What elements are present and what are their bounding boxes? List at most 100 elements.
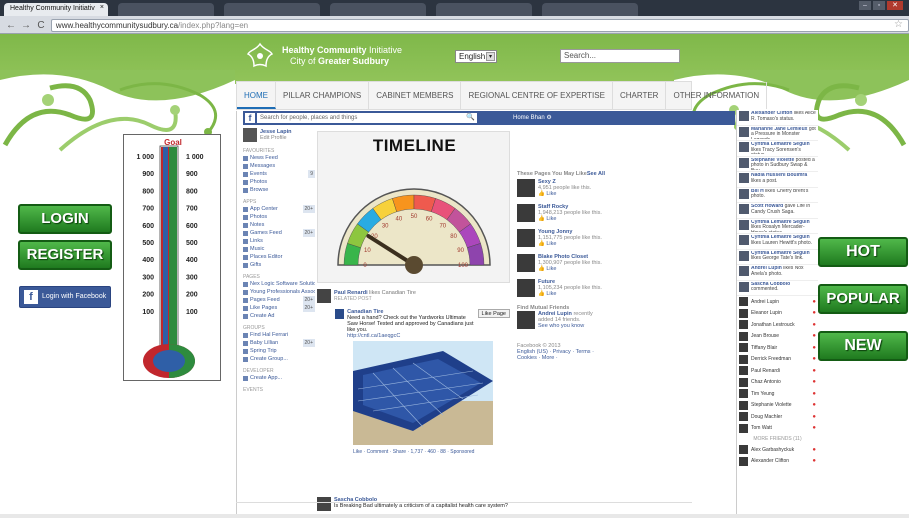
ticker-item[interactable]: Stephanie Violette posted a photo in Sud… — [737, 157, 818, 172]
sidebar-item[interactable]: Links — [243, 237, 315, 245]
chat-contact[interactable]: Tom Watt ● — [737, 423, 818, 435]
ticker-item[interactable]: Cynthia Lemaitre Seguin likes George Tat… — [737, 250, 818, 265]
profile-box[interactable]: Jesse Lapin Edit Profile — [243, 127, 315, 143]
chat-contact[interactable]: Tiffany Blair ● — [737, 342, 818, 354]
sidebar-item[interactable]: Spring Trip — [243, 347, 315, 355]
forward-icon[interactable]: → — [21, 20, 31, 31]
facebook-search-input[interactable]: Search for people, places and things 🔍 — [257, 113, 477, 123]
ticker-item[interactable]: Marianne Jane Lemieux got a Pressure in … — [737, 126, 818, 141]
language-select[interactable]: English ▾ — [455, 50, 497, 63]
browser-tab[interactable] — [330, 3, 426, 16]
sidebar-item[interactable]: Events 9 — [243, 170, 315, 178]
nav-pillar-champions[interactable]: PILLAR CHAMPIONS — [276, 82, 370, 109]
chat-contact[interactable]: Eleanor Lupin ● — [737, 308, 818, 320]
sidebar-item[interactable]: Like Pages 20+ — [243, 304, 315, 312]
mutual-friend-item[interactable]: Andrei Lupin recently added 14 friends. … — [517, 311, 605, 335]
sidebar-item[interactable]: App Center 20+ — [243, 205, 315, 213]
maximize-icon[interactable]: ▫ — [873, 1, 885, 10]
ticker-item[interactable]: Cynthia Lemaitre Seguin likes Tracy Sore… — [737, 141, 818, 157]
sidebar-item[interactable]: Photos — [243, 213, 315, 221]
chat-contact[interactable]: Alexander Clifton ● — [737, 456, 818, 468]
nav-home[interactable]: HOME — [237, 82, 276, 109]
sidebar-item[interactable]: Games Feed 20+ — [243, 229, 315, 237]
ticker-item[interactable]: Nadia Husseni Boulmra likes a post. — [737, 172, 818, 188]
login-button[interactable]: LOGIN — [18, 204, 112, 234]
site-search-input[interactable]: Search... — [560, 49, 680, 63]
pages-see-all-link[interactable]: See All — [587, 171, 605, 177]
like-link[interactable]: 👍 Like — [538, 291, 602, 297]
facebook-top-links[interactable]: Home Bhan ⚙ — [513, 113, 552, 123]
ticker-item[interactable]: Sascha Cobbolo commented. — [737, 281, 818, 296]
register-button[interactable]: REGISTER — [18, 240, 112, 270]
sidebar-item[interactable]: Pages Feed 20+ — [243, 296, 315, 304]
tab-close-icon[interactable]: × — [100, 4, 104, 11]
post-actions[interactable]: Like · Comment · Share · 1,737 · 460 · 8… — [353, 449, 474, 455]
sidebar-item[interactable]: Notes — [243, 221, 315, 229]
address-bar[interactable]: www.healthycommunitysudbury.ca/index.php… — [50, 19, 909, 32]
facebook-logo-icon[interactable]: f — [245, 113, 255, 123]
suggested-page-item[interactable]: Blake Photo Closet 1,300,907 people like … — [517, 254, 605, 278]
ticker-item[interactable]: Alexander Clifton likes Alice R. Tomaso'… — [737, 110, 818, 126]
site-title[interactable]: Healthy Community Initiative City of Gre… — [282, 45, 402, 67]
like-page-button[interactable]: Like Page — [477, 309, 510, 318]
ticker-item[interactable]: Bill H likes Cherry Brent's photo. — [737, 188, 818, 203]
ticker-item[interactable]: Cynthia Lemaitre Seguin likes Rosalyn Me… — [737, 219, 818, 234]
nav-cabinet-members[interactable]: CABINET MEMBERS — [369, 82, 462, 109]
browser-tab-active[interactable]: Healthy Community Initiativ × — [4, 3, 108, 16]
bookmark-star-icon[interactable]: ☆ — [894, 19, 903, 30]
window-close-icon[interactable]: ✕ — [887, 1, 903, 10]
suggested-page-item[interactable]: Future 1,105,234 people like this. 👍 Like — [517, 279, 605, 303]
chat-contact[interactable]: Derrick Freedman ● — [737, 354, 818, 366]
site-logo-icon[interactable] — [246, 42, 274, 72]
hot-button[interactable]: HOT — [818, 237, 908, 267]
solar-panel-photo[interactable] — [353, 341, 493, 445]
sidebar-item[interactable]: Photos — [243, 178, 315, 186]
ticker-item[interactable]: Scott Howard gave Life in Candy Crush Sa… — [737, 203, 818, 219]
sidebar-item[interactable]: Create Ad — [243, 312, 315, 320]
sidebar-item[interactable]: News Feed — [243, 154, 315, 162]
facebook-login-button[interactable]: f Login with Facebook — [19, 286, 111, 308]
facebook-footer-links[interactable]: English (US) · Privacy · Terms · Cookies… — [517, 349, 605, 361]
popular-button[interactable]: POPULAR — [818, 284, 908, 314]
chat-contact[interactable]: Tim Yeung ● — [737, 388, 818, 400]
nav-regional-centre[interactable]: REGIONAL CENTRE OF EXPERTISE — [461, 82, 613, 109]
chat-contact[interactable]: Jonathan Lestrouck ● — [737, 319, 818, 331]
sidebar-item[interactable]: Gifts — [243, 261, 315, 269]
post-link[interactable]: http://cntl.ca/1aeqgcC — [347, 333, 474, 339]
chat-contact[interactable]: Jean Brouse ● — [737, 331, 818, 343]
edit-profile-link[interactable]: Edit Profile — [260, 135, 292, 141]
sidebar-item[interactable]: Browse — [243, 186, 315, 194]
sidebar-item[interactable]: Messages — [243, 162, 315, 170]
chat-contact[interactable]: Andrei Lupin ● — [737, 296, 818, 308]
sidebar-item[interactable]: Find Hal Ferrari — [243, 331, 315, 339]
chat-contact[interactable]: Paul Renardi ● — [737, 365, 818, 377]
nav-charter[interactable]: CHARTER — [613, 82, 667, 109]
ticker-item[interactable]: Andrei Lupin likes Nox Anela's photo. — [737, 265, 818, 281]
like-link[interactable]: 👍 Like — [538, 266, 602, 272]
nav-other-information[interactable]: OTHER INFORMATION — [666, 82, 768, 109]
chat-contact[interactable]: Chaz Antonio ● — [737, 377, 818, 389]
page-avatar[interactable] — [335, 309, 345, 319]
new-button[interactable]: NEW — [818, 331, 908, 361]
minimize-icon[interactable]: – — [859, 1, 871, 10]
chat-contact[interactable]: Stephanie Violette ● — [737, 400, 818, 412]
browser-tab[interactable] — [118, 3, 214, 16]
sidebar-item[interactable]: Young Professionals Assoc. — [243, 288, 315, 296]
like-link[interactable]: 👍 Like — [538, 191, 591, 197]
sidebar-item[interactable]: Nex Logic Software Solutions — [243, 280, 315, 288]
sidebar-item[interactable]: Create App... — [243, 374, 315, 382]
chat-contact[interactable]: Alex Garbashyckuk ● — [737, 444, 818, 456]
sidebar-item[interactable]: Create Group... — [243, 355, 315, 363]
sidebar-item[interactable]: Places Editor — [243, 253, 315, 261]
like-link[interactable]: 👍 Like — [538, 241, 602, 247]
like-link[interactable]: 👍 Like — [538, 216, 602, 222]
sidebar-item[interactable]: Music — [243, 245, 315, 253]
chat-contact[interactable]: Doug Machler ● — [737, 411, 818, 423]
browser-tab[interactable] — [436, 3, 532, 16]
suggested-page-item[interactable]: Sexy Z 4,951 people like this. 👍 Like — [517, 179, 605, 203]
ticker-item[interactable]: Cynthia Lemaitre Seguin likes Lauren Hew… — [737, 234, 818, 250]
avatar[interactable] — [317, 289, 331, 303]
suggested-page-item[interactable]: Young Jonny 1,151,775 people like this. 👍 … — [517, 229, 605, 253]
reload-icon[interactable]: C — [36, 20, 46, 31]
back-icon[interactable]: ← — [6, 20, 16, 31]
